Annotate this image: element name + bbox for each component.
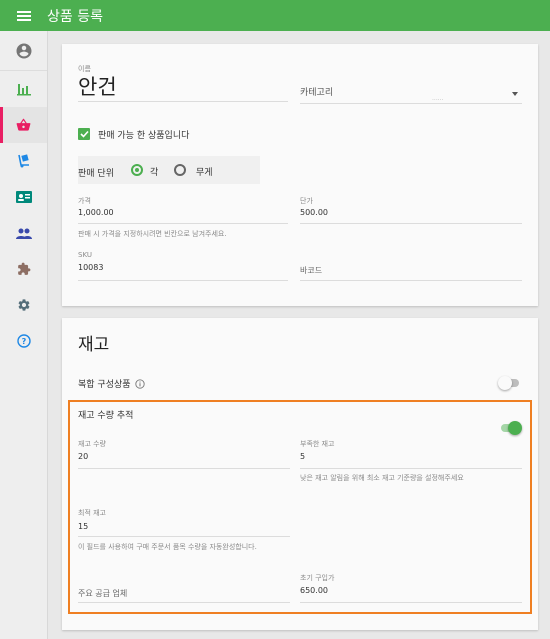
barcode-input[interactable]: 바코드: [300, 265, 522, 281]
price-hint: 판매 시 가격을 지정하시려면 빈칸으로 남겨주세요.: [78, 230, 227, 238]
sku-label: SKU: [78, 251, 92, 259]
inventory-title: 재고: [78, 335, 110, 355]
unit-weight-label: 무게: [196, 168, 213, 178]
help-icon: ?: [16, 334, 31, 348]
bar-chart-icon: [16, 84, 31, 96]
account-circle-icon: [16, 43, 31, 58]
sold-by-label: 판매 단위: [78, 169, 114, 179]
sidebar: ?: [0, 31, 48, 639]
sku-input[interactable]: 10083: [78, 263, 288, 281]
product-details-card: 이름 안건 카테고리 ...... 판매 가능 한 상품입니다 판매 단위 각 …: [62, 44, 538, 306]
composite-row: 복합 구성상품: [78, 377, 145, 390]
name-label: 이름: [78, 65, 91, 73]
sidebar-item-inventory[interactable]: [0, 143, 47, 179]
unit-price-label: 단가: [300, 197, 313, 205]
chevron-down-icon: [512, 92, 518, 96]
price-input[interactable]: 1,000.00: [78, 208, 288, 224]
unit-price-input[interactable]: 500.00: [300, 208, 522, 224]
category-placeholder: 카테고리: [300, 88, 334, 98]
category-dots: ......: [432, 95, 444, 102]
category-select[interactable]: 카테고리 ......: [300, 84, 522, 104]
app-bar: 상품 등록: [0, 0, 550, 31]
available-label: 판매 가능 한 상품입니다: [98, 131, 190, 141]
available-checkbox[interactable]: [78, 128, 90, 140]
unit-weight-radio[interactable]: [174, 164, 186, 176]
highlight-box: [68, 400, 532, 614]
composite-toggle[interactable]: [498, 376, 520, 390]
unit-each-label: 각: [150, 168, 159, 178]
sidebar-item-account[interactable]: [0, 31, 47, 71]
sidebar-item-customers[interactable]: [0, 179, 47, 215]
menu-icon[interactable]: [17, 10, 31, 21]
sidebar-item-addons[interactable]: [0, 251, 47, 287]
people-icon: [15, 228, 32, 239]
contact-card-icon: [15, 191, 32, 203]
basket-icon: [16, 118, 31, 131]
price-label: 가격: [78, 197, 91, 205]
sidebar-item-help[interactable]: ?: [0, 323, 47, 359]
dolly-icon: [17, 154, 29, 168]
name-input[interactable]: 안건: [78, 74, 288, 102]
page-title: 상품 등록: [47, 8, 103, 25]
svg-text:?: ?: [21, 337, 26, 346]
gear-icon: [18, 299, 29, 311]
sidebar-item-products[interactable]: [0, 107, 47, 143]
sidebar-item-users[interactable]: [0, 215, 47, 251]
sidebar-item-reports[interactable]: [0, 71, 47, 107]
unit-each-radio[interactable]: [131, 164, 143, 176]
check-icon: [79, 130, 89, 138]
sidebar-item-settings[interactable]: [0, 287, 47, 323]
info-icon: [134, 378, 145, 389]
composite-label: 복합 구성상품: [78, 380, 131, 390]
puzzle-icon: [17, 262, 30, 275]
